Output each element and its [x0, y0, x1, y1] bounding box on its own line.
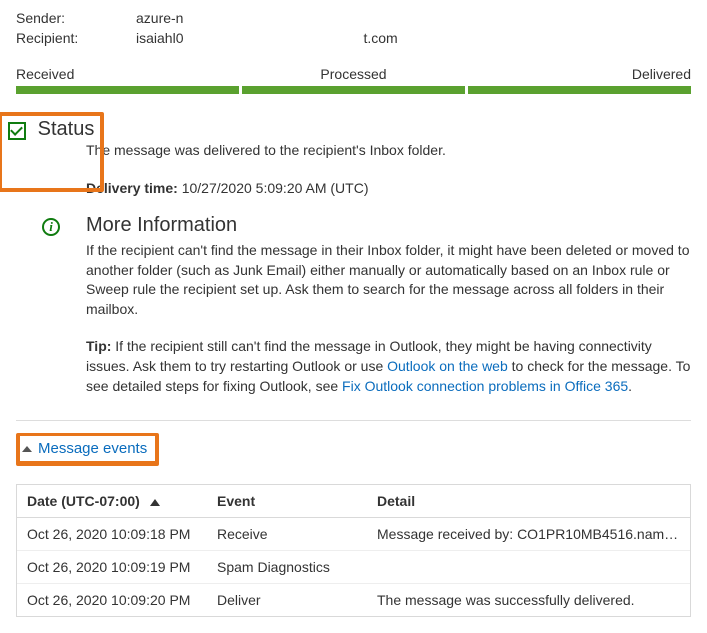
sender-value: azure-n — [136, 10, 691, 26]
delivery-stage-bar: Received Processed Delivered — [16, 66, 691, 94]
cell-detail: The message was successfully delivered. — [367, 584, 690, 616]
status-message: The message was delivered to the recipie… — [86, 142, 691, 158]
table-row[interactable]: Oct 26, 2020 10:09:20 PM Deliver The mes… — [17, 584, 690, 616]
recipient-value: isaiahl0 — [136, 30, 183, 46]
stage-processed-label: Processed — [241, 66, 466, 86]
cell-detail: Message received by: CO1PR10MB4516.nampr… — [367, 518, 690, 550]
table-row[interactable]: Oct 26, 2020 10:09:19 PM Spam Diagnostic… — [17, 551, 690, 584]
cell-detail — [367, 551, 690, 583]
info-icon: i — [42, 218, 60, 236]
message-events-label: Message events — [38, 440, 147, 457]
cell-date: Oct 26, 2020 10:09:19 PM — [17, 551, 207, 583]
divider — [16, 420, 691, 421]
tip-text-3: . — [628, 378, 632, 394]
fix-outlook-link[interactable]: Fix Outlook connection problems in Offic… — [342, 378, 628, 394]
cell-date: Oct 26, 2020 10:09:18 PM — [17, 518, 207, 550]
recipient-label: Recipient: — [16, 30, 136, 46]
outlook-web-link[interactable]: Outlook on the web — [387, 358, 508, 374]
tip-label: Tip: — [86, 338, 111, 354]
col-header-detail[interactable]: Detail — [367, 485, 690, 517]
recipient-value-2: t.com — [363, 30, 397, 46]
stage-delivered-label: Delivered — [466, 66, 691, 86]
cell-event: Receive — [207, 518, 367, 550]
col-header-date[interactable]: Date (UTC-07:00) — [17, 485, 207, 517]
more-info-tip: Tip: If the recipient still can't find t… — [86, 337, 691, 396]
stage-bar-received — [16, 86, 239, 94]
message-events-table: Date (UTC-07:00) Event Detail Oct 26, 20… — [16, 484, 691, 617]
stage-bar-delivered — [468, 86, 691, 94]
message-events-toggle[interactable]: Message events — [22, 440, 147, 457]
table-row[interactable]: Oct 26, 2020 10:09:18 PM Receive Message… — [17, 518, 690, 551]
col-date-label: Date (UTC-07:00) — [27, 493, 140, 509]
more-info-body: If the recipient can't find the message … — [86, 241, 691, 319]
status-heading: Status — [38, 118, 95, 141]
chevron-up-icon — [22, 446, 32, 452]
col-header-event[interactable]: Event — [207, 485, 367, 517]
sort-ascending-icon — [150, 499, 160, 506]
sender-label: Sender: — [16, 10, 136, 26]
stage-received-label: Received — [16, 66, 241, 86]
cell-date: Oct 26, 2020 10:09:20 PM — [17, 584, 207, 616]
cell-event: Spam Diagnostics — [207, 551, 367, 583]
more-info-heading: More Information — [86, 214, 691, 237]
stage-bar-processed — [242, 86, 465, 94]
check-icon — [8, 122, 26, 140]
cell-event: Deliver — [207, 584, 367, 616]
delivery-time-value: 10/27/2020 5:09:20 AM (UTC) — [182, 180, 369, 196]
